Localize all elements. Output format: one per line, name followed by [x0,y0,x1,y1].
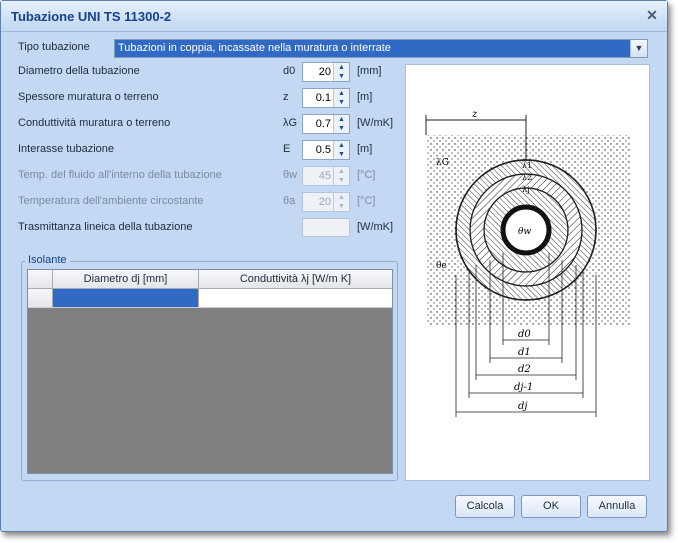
title-bar[interactable]: Tubazione UNI TS 11300-2 ✕ [1,1,667,32]
spin-up-icon[interactable]: ▲ [334,115,349,124]
label-d1: d1 [518,347,531,358]
interasse-symbol: E [283,143,291,155]
cell-diametro[interactable] [53,289,199,307]
grid-header: Diametro dj [mm] Conduttività λj [W/m K] [28,270,392,289]
label-d2: d2 [518,364,531,375]
spin-up-icon: ▲ [338,168,345,175]
pipe-diagram-svg: z λG θe θw λ1 λ2 λj d0 d1 d2 dj-1 dj [425,109,631,417]
temp-fluido-unit: [°C] [357,169,376,181]
temp-fluido-symbol: θw [283,169,298,181]
chevron-down-icon[interactable]: ▼ [630,40,647,57]
row-header-corner [28,270,53,288]
label-lambda-g: λG [436,158,449,168]
window-title: Tubazione UNI TS 11300-2 [11,9,172,24]
table-row[interactable] [28,289,392,308]
conduttivita-value: 0.7 [315,118,331,130]
tipo-tubazione-select[interactable]: Tubazioni in coppia, incassate nella mur… [114,39,648,58]
cell-conduttivita[interactable] [199,289,392,307]
diametro-value: 20 [318,66,331,78]
conduttivita-spin-buttons[interactable]: ▲ ▼ [333,115,349,133]
label-z: z [471,109,478,120]
temp-fluido-label: Temp. del fluido all'interno della tubaz… [18,169,222,181]
interasse-unit: [m] [357,143,373,155]
conduttivita-label: Conduttività muratura o terreno [18,117,171,129]
label-dj-1: dj-1 [514,382,533,393]
isolante-grid[interactable]: Diametro dj [mm] Conduttività λj [W/m K] [27,269,393,474]
temp-ambiente-value: 20 [318,196,331,208]
isolante-title: Isolante [25,254,70,266]
spin-down-icon[interactable]: ▼ [334,98,349,107]
spin-up-icon[interactable]: ▲ [334,63,349,72]
label-theta-w: θw [518,227,531,237]
label-theta-e: θe [436,261,447,271]
diametro-spin-buttons[interactable]: ▲ ▼ [333,63,349,81]
spin-up-icon: ▲ [338,194,345,201]
spin-down-icon[interactable]: ▼ [334,72,349,81]
trasmittanza-output [302,218,350,237]
spin-up-icon[interactable]: ▲ [334,141,349,150]
interasse-stepper[interactable]: 0.5 ▲ ▼ [302,140,350,160]
tipo-tubazione-label: Tipo tubazione [18,41,90,53]
trasmittanza-label: Trasmittanza lineica della tubazione [18,221,193,233]
temp-ambiente-label: Temperatura dell'ambiente circostante [18,195,204,207]
tipo-tubazione-value: Tubazioni in coppia, incassate nella mur… [118,42,391,54]
label-lambda-j: λj [522,185,530,194]
row-header[interactable] [28,289,53,307]
spin-down-icon: ▼ [338,177,345,184]
temp-ambiente-unit: [°C] [357,195,376,207]
interasse-spin-buttons[interactable]: ▲ ▼ [333,141,349,159]
annulla-button[interactable]: Annulla [587,495,647,518]
label-lambda-1: λ1 [522,161,532,170]
interasse-value: 0.5 [315,144,331,156]
col-header-conduttivita[interactable]: Conduttività λj [W/m K] [199,270,392,288]
spin-down-icon: ▼ [338,203,345,210]
diametro-label: Diametro della tubazione [18,65,140,77]
pipe-section-diagram: z λG θe θw λ1 λ2 λj d0 d1 d2 dj-1 dj [405,64,650,481]
conduttivita-unit: [W/mK] [357,117,394,129]
spessore-label: Spessore muratura o terreno [18,91,159,103]
temp-fluido-value: 45 [318,170,331,182]
conduttivita-symbol: λG [283,117,298,129]
diametro-unit: [mm] [357,65,382,77]
spin-down-icon[interactable]: ▼ [334,150,349,159]
temp-ambiente-symbol: θa [283,195,296,207]
dialog-window: Tubazione UNI TS 11300-2 ✕ Tipo tubazion… [0,0,668,532]
temp-ambiente-spin-buttons: ▲ ▼ [333,193,349,211]
spessore-symbol: z [283,91,289,103]
label-lambda-2: λ2 [522,173,532,182]
temp-fluido-stepper: 45 ▲ ▼ [302,166,350,186]
temp-fluido-spin-buttons: ▲ ▼ [333,167,349,185]
spin-down-icon[interactable]: ▼ [334,124,349,133]
ok-button[interactable]: OK [521,495,581,518]
diametro-symbol: d0 [283,65,296,77]
spin-up-icon[interactable]: ▲ [334,89,349,98]
interasse-label: Interasse tubazione [18,143,115,155]
spessore-unit: [m] [357,91,373,103]
trasmittanza-unit: [W/mK] [357,221,394,233]
conduttivita-stepper[interactable]: 0.7 ▲ ▼ [302,114,350,134]
calcola-button[interactable]: Calcola [455,495,515,518]
spessore-spin-buttons[interactable]: ▲ ▼ [333,89,349,107]
diametro-stepper[interactable]: 20 ▲ ▼ [302,62,350,82]
close-icon[interactable]: ✕ [643,6,661,24]
label-dj: dj [518,401,528,412]
spessore-value: 0.1 [315,92,331,104]
spessore-stepper[interactable]: 0.1 ▲ ▼ [302,88,350,108]
temp-ambiente-stepper: 20 ▲ ▼ [302,192,350,212]
col-header-diametro[interactable]: Diametro dj [mm] [53,270,199,288]
label-d0: d0 [518,329,531,340]
